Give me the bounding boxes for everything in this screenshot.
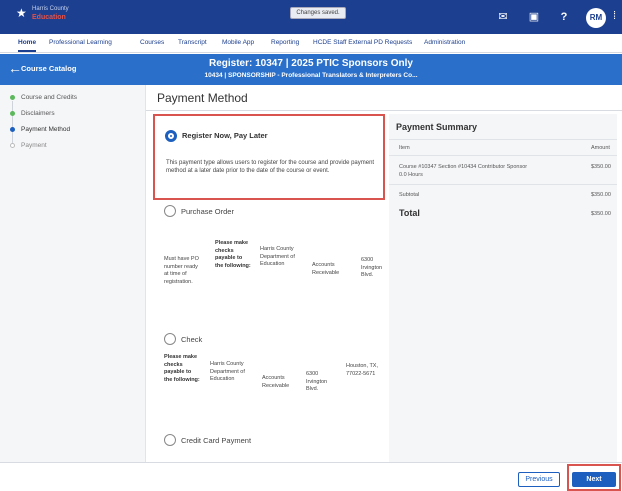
check-street-text: 6300 Irvington Blvd. xyxy=(306,371,328,392)
register-now-radio[interactable] xyxy=(165,130,177,142)
page-title: Payment Method xyxy=(157,91,248,105)
credit-card-label[interactable]: Credit Card Payment xyxy=(181,436,251,445)
step-course-and-credits[interactable]: Course and Credits xyxy=(10,94,77,101)
credit-card-radio[interactable] xyxy=(164,434,176,446)
logo-bottom-text: Education xyxy=(32,14,66,21)
po-payable-text: Please make checks payable to the follow… xyxy=(215,240,251,269)
step-label: Course and Credits xyxy=(21,94,77,101)
main-nav: Home Professional Learning Courses Trans… xyxy=(0,34,622,53)
step-connector xyxy=(12,101,13,144)
summary-line-item: Course #10347 Section #10434 Contributor… xyxy=(399,164,528,170)
step-complete-icon xyxy=(10,94,15,100)
check-city-text: Houston, TX, 77022-5671 xyxy=(346,363,378,377)
check-payable-text: Please make checks payable to the follow… xyxy=(164,354,200,383)
register-now-highlight xyxy=(153,114,385,200)
po-payee-text: Harris County Department of Education xyxy=(260,246,295,267)
summary-col-amount: Amount xyxy=(591,145,610,151)
register-now-description: This payment type allows users to regist… xyxy=(166,160,375,174)
step-pending-icon xyxy=(10,142,15,148)
organization-logo[interactable]: ★ Harris County Education xyxy=(16,4,96,30)
check-radio[interactable] xyxy=(164,333,176,345)
top-bar: ★ Harris County Education Changes saved.… xyxy=(0,0,622,34)
app-menu-icon[interactable]: ⁞ xyxy=(613,10,616,22)
summary-subtotal-amount: $350.00 xyxy=(591,192,611,198)
help-icon[interactable]: ? xyxy=(557,10,571,24)
title-divider xyxy=(146,110,622,111)
summary-divider xyxy=(389,139,617,140)
purchase-order-label[interactable]: Purchase Order xyxy=(181,207,234,216)
check-label[interactable]: Check xyxy=(181,335,202,344)
nav-transcript[interactable]: Transcript xyxy=(178,39,207,46)
summary-divider xyxy=(389,155,617,156)
summary-col-item: Item xyxy=(399,145,410,151)
calendar-icon[interactable]: ▣ xyxy=(527,10,541,24)
nav-hcde-staff-pd-requests[interactable]: HCDE Staff External PD Requests xyxy=(313,39,412,46)
nav-reporting[interactable]: Reporting xyxy=(271,39,299,46)
step-payment[interactable]: Payment xyxy=(10,142,47,149)
step-current-icon xyxy=(10,126,15,132)
summary-subtotal-label: Subtotal xyxy=(399,192,420,198)
user-avatar[interactable]: RM xyxy=(586,8,606,28)
po-requirement-text: Must have PO number ready at time of reg… xyxy=(164,256,199,285)
nav-professional-learning[interactable]: Professional Learning xyxy=(49,39,112,46)
step-payment-method[interactable]: Payment Method xyxy=(10,126,70,133)
summary-line-amount: $350.00 xyxy=(591,164,611,170)
summary-divider xyxy=(389,184,617,185)
po-address-text: 6300 Irvington Blvd. xyxy=(361,257,383,278)
nav-courses[interactable]: Courses xyxy=(140,39,164,46)
step-disclaimers[interactable]: Disclaimers xyxy=(10,110,55,117)
nav-home[interactable]: Home xyxy=(18,39,37,52)
purchase-order-radio[interactable] xyxy=(164,205,176,217)
payment-summary-title: Payment Summary xyxy=(396,122,478,132)
step-label: Payment Method xyxy=(21,126,71,133)
star-logo-icon: ★ xyxy=(16,6,27,20)
check-payee-text: Harris County Department of Education xyxy=(210,361,245,382)
nav-administration[interactable]: Administration xyxy=(424,39,465,46)
previous-button[interactable]: Previous xyxy=(518,472,560,487)
mail-icon[interactable]: ✉ xyxy=(496,10,510,24)
logo-top-text: Harris County xyxy=(32,6,69,12)
step-label: Payment xyxy=(21,142,47,149)
register-now-label[interactable]: Register Now, Pay Later xyxy=(182,131,268,140)
step-label: Disclaimers xyxy=(21,110,55,117)
register-title: Register: 10347 | 2025 PTIC Sponsors Onl… xyxy=(209,58,413,69)
page-header: ← Course Catalog Register: 10347 | 2025 … xyxy=(0,54,622,85)
summary-total-amount: $350.00 xyxy=(591,211,611,217)
check-department-text: Accounts Receivable xyxy=(262,375,290,389)
summary-total-label: Total xyxy=(399,208,420,218)
po-department-text: Accounts Receivable xyxy=(312,262,340,276)
summary-line-hours: 0.0 Hours xyxy=(399,172,423,178)
register-subtitle: 10434 | SPONSORSHIP - Professional Trans… xyxy=(204,72,418,79)
next-button[interactable]: Next xyxy=(572,472,616,487)
nav-mobile-app[interactable]: Mobile App xyxy=(222,39,254,46)
changes-saved-toast: Changes saved. xyxy=(290,7,346,19)
step-complete-icon xyxy=(10,110,15,116)
